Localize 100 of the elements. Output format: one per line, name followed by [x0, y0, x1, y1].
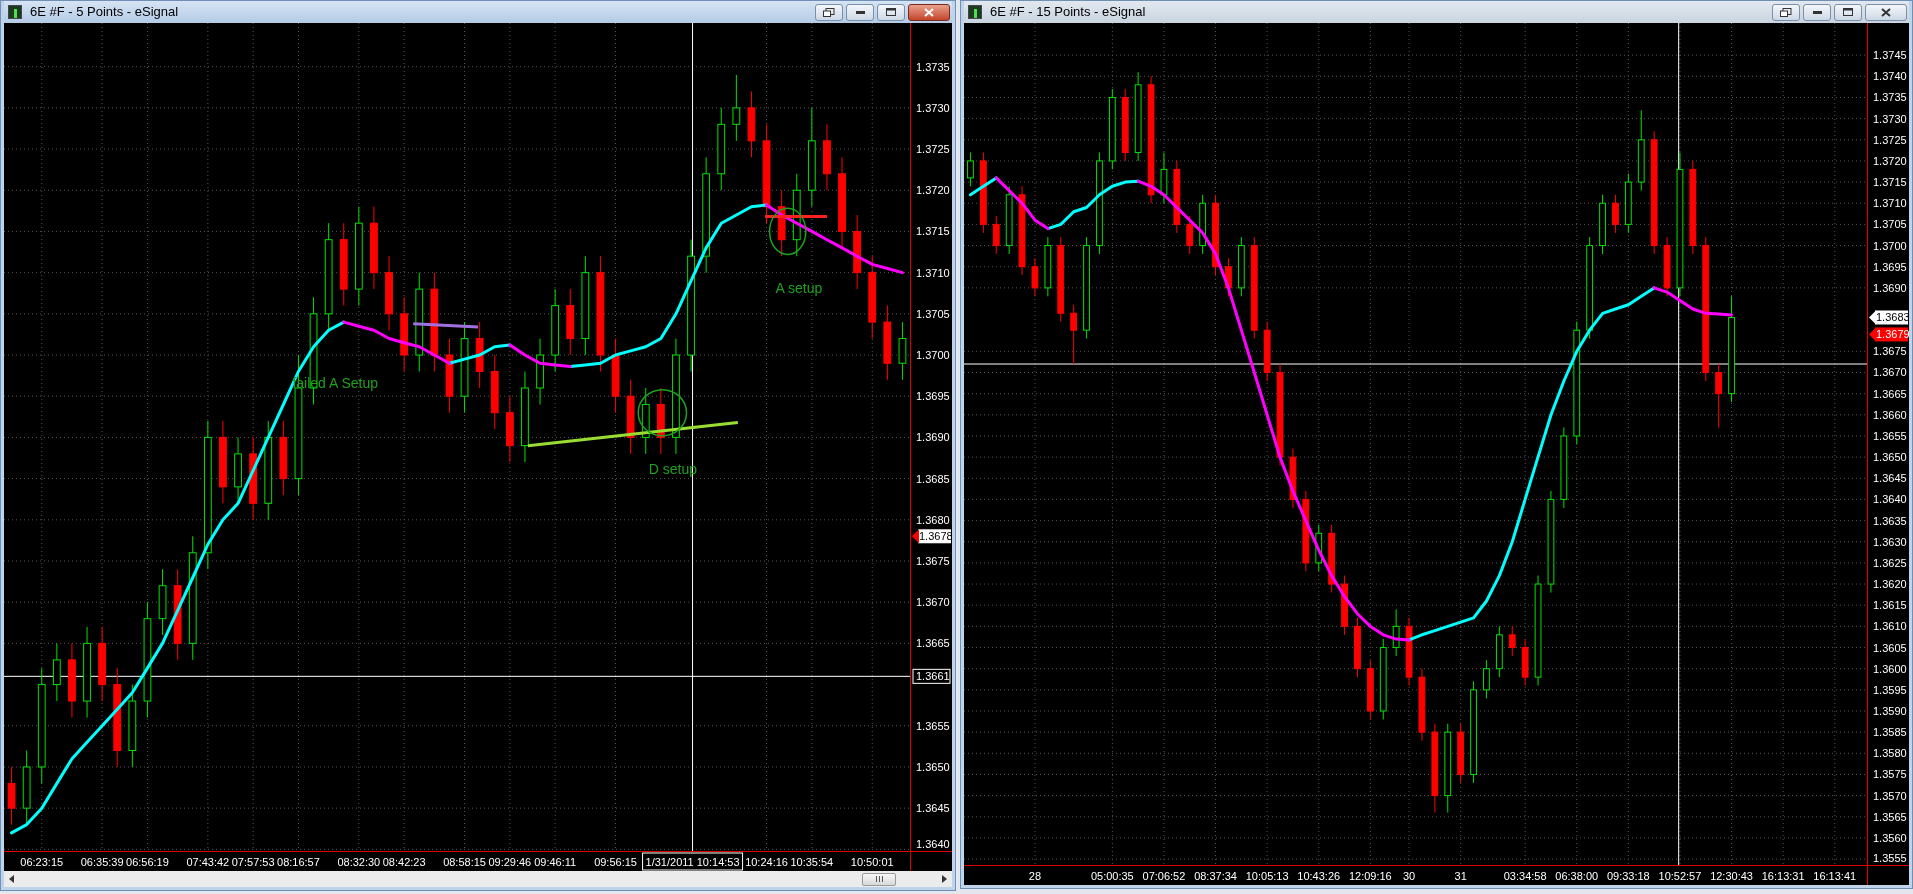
price-tick-label: 1.3645 — [1873, 472, 1907, 485]
price-tick-label: 1.3680 — [916, 513, 950, 526]
maximize-button[interactable] — [1834, 3, 1862, 21]
minimize-icon — [855, 10, 865, 14]
price-tick-label: 1.3745 — [1873, 49, 1907, 62]
time-tick-label: 09:33:18 — [1606, 870, 1650, 882]
price-tick-label: 1.3720 — [916, 184, 950, 197]
time-tick-label: 08:16:57 — [277, 856, 320, 868]
time-tick-label: 06:56:19 — [126, 856, 169, 868]
price-tick-label: 1.3735 — [916, 60, 950, 73]
time-tick-label: 08:42:23 — [382, 856, 426, 868]
price-tick-label: 1.3615 — [1873, 599, 1907, 612]
price-tick-label: 1.3730 — [1873, 112, 1907, 125]
time-tick-label: 12:09:16 — [1348, 870, 1392, 882]
price-tick-label: 1.3720 — [1873, 154, 1907, 167]
price-tick-label: 1.3715 — [1873, 176, 1907, 189]
price-tick-label: 1.3700 — [916, 349, 950, 361]
price-tick-label: 1.3710 — [916, 266, 950, 279]
price-tick-label: 1.3575 — [1873, 768, 1907, 781]
minimize-button[interactable] — [846, 3, 874, 21]
price-tick-label: 1.3655 — [916, 719, 950, 732]
annotation-text: A setup — [775, 280, 823, 297]
time-tick-label: 07:57:53 — [231, 856, 275, 868]
price-tick-label: 1.3605 — [1873, 641, 1907, 654]
window-title: 6E #F - 15 Points - eSignal — [990, 3, 1146, 22]
close-icon — [1881, 7, 1891, 17]
time-tick-label: 09:29:46 — [488, 856, 532, 868]
float-window-icon — [823, 7, 835, 17]
price-tick-label: 1.3685 — [916, 472, 950, 485]
time-cursor-tag: 1/31/2011 10:14:53 — [642, 852, 744, 871]
price-tick-label: 1.3690 — [916, 431, 950, 444]
price-tick-label: 1.3700 — [1873, 239, 1907, 252]
time-tick-label: 06:23:15 — [20, 856, 64, 868]
price-tick-label: 1.3665 — [1873, 387, 1907, 400]
time-tick-label: 09:46:11 — [534, 856, 577, 868]
ref-line-label: 1.3661 — [916, 670, 950, 683]
time-tick-label: 03:34:58 — [1503, 870, 1547, 882]
time-tick-label: 08:58:15 — [443, 856, 486, 868]
scrollbar-thumb[interactable] — [862, 872, 896, 886]
maximize-icon — [886, 8, 896, 16]
time-tick-label: 10:35:54 — [790, 856, 834, 868]
time-tick-label: 10:52:57 — [1658, 870, 1702, 882]
time-tick-label: 06:35:39 — [80, 856, 124, 868]
price-tick-label: 1.3655 — [1873, 429, 1907, 442]
time-tick-label: 07:06:52 — [1142, 870, 1186, 882]
price-tick-label: 1.3715 — [916, 225, 950, 238]
price-tick-label: 1.3695 — [916, 390, 950, 403]
time-tick-label: 08:37:34 — [1194, 870, 1237, 882]
price-tick-label: 1.3650 — [1873, 451, 1907, 464]
maximize-icon — [1843, 8, 1853, 16]
close-button[interactable] — [908, 3, 950, 21]
minimize-button[interactable] — [1803, 3, 1831, 21]
time-tick-label: 10:50:01 — [850, 856, 894, 868]
price-tick-label: 1.3735 — [1873, 91, 1907, 104]
price-tick-label: 1.3675 — [916, 555, 950, 567]
time-tick-label: 09:56:15 — [594, 856, 637, 868]
time-tick-label: 05:00:35 — [1090, 870, 1134, 882]
close-button[interactable] — [1865, 3, 1907, 21]
chart-app-icon — [8, 5, 22, 19]
price-tick-label: 1.3670 — [1873, 366, 1907, 379]
price-tick-label: 1.3635 — [1873, 514, 1907, 527]
price-cursor-tag: 1.3661 — [912, 668, 951, 684]
time-tick-label: 06:38:00 — [1555, 870, 1599, 882]
chart-app-icon — [968, 5, 982, 19]
float-button[interactable] — [1772, 3, 1800, 21]
price-tick-label: 1.3595 — [1873, 683, 1907, 696]
maximize-button[interactable] — [877, 3, 905, 21]
time-tick-label: 28 — [1028, 870, 1042, 882]
price-tick-label: 1.3640 — [916, 838, 950, 850]
float-button[interactable] — [815, 3, 843, 21]
price-tick-label: 1.3665 — [916, 637, 950, 650]
time-tick-label: 31 — [1454, 870, 1467, 882]
price-tick-label: 1.3610 — [1873, 620, 1907, 633]
time-tick-label: 10:05:13 — [1245, 870, 1289, 882]
time-tick-label: 12:30:43 — [1710, 870, 1753, 882]
price-tick-label: 1.3585 — [1873, 726, 1907, 739]
price-tick-label: 1.3705 — [916, 307, 950, 320]
price-tick-label: 1.3625 — [1873, 556, 1907, 569]
price-tick-label: 1.3640 — [1873, 493, 1907, 506]
price-tick-label: 1.3600 — [1873, 662, 1907, 675]
time-tick-label: 10:24:16 — [745, 856, 788, 868]
minimize-icon — [1812, 10, 1822, 14]
window-title: 6E #F - 5 Points - eSignal — [30, 3, 179, 22]
price-tick-label: 1.3690 — [1873, 281, 1907, 294]
price-tick-label: 1.3560 — [1873, 831, 1907, 844]
time-tick-label: 08:32:30 — [337, 856, 381, 868]
price-tick-label: 1.3695 — [1873, 260, 1907, 273]
price-tick-label: 1.3580 — [1873, 747, 1907, 760]
price-tick-label: 1.3710 — [1873, 197, 1907, 210]
price-tick-label: 1.3565 — [1873, 810, 1907, 823]
price-tick-label: 1.3705 — [1873, 218, 1907, 231]
price-tick-label: 1.3620 — [1873, 578, 1907, 591]
close-icon — [924, 7, 934, 17]
time-tick-label: 16:13:31 — [1761, 870, 1805, 882]
time-tick-label: 10:43:26 — [1297, 870, 1341, 882]
price-tick-label: 1.3725 — [916, 143, 950, 156]
price-tick-label: 1.3660 — [1873, 408, 1907, 421]
price-tick-label: 1.3630 — [1873, 535, 1907, 548]
price-tick-label: 1.3570 — [1873, 789, 1907, 802]
horizontal-scrollbar[interactable] — [4, 871, 952, 887]
